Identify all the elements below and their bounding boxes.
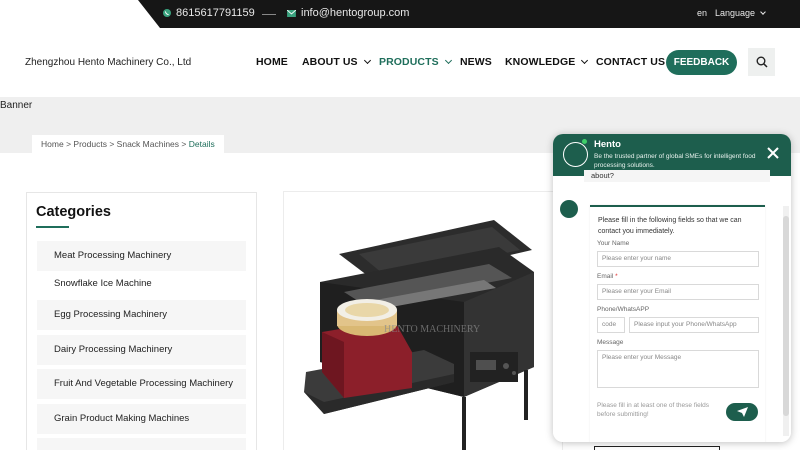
mail-icon xyxy=(287,9,296,17)
nav-news[interactable]: NEWS xyxy=(460,56,492,68)
nav-contact[interactable]: CONTACT US xyxy=(596,56,665,68)
chat-agent-name: Hento xyxy=(594,139,621,150)
category-item[interactable] xyxy=(37,438,246,450)
category-item[interactable]: Dairy Processing Machinery xyxy=(37,335,246,365)
contact-form: Please fill in the following fields so t… xyxy=(590,205,765,442)
nav-home-label: HOME xyxy=(256,56,288,68)
breadcrumb-current: Details xyxy=(188,139,215,149)
form-note: Please fill in at least one of these fie… xyxy=(597,402,710,418)
phone-contact[interactable]: 8615617791159 xyxy=(163,7,255,19)
nav-knowledge-label: KNOWLEDGE xyxy=(505,56,576,68)
nav-products[interactable]: PRODUCTS xyxy=(379,56,452,68)
nav-news-label: NEWS xyxy=(460,56,492,68)
nav-home[interactable]: HOME xyxy=(256,56,288,68)
language-label: Language xyxy=(715,8,756,18)
language-selector[interactable]: Language xyxy=(715,8,766,18)
watermark-text: HENTO MACHINERY xyxy=(384,324,480,335)
phone-input[interactable]: Please input your Phone/WhatsApp xyxy=(629,317,759,333)
email-address: info@hentogroup.com xyxy=(301,7,410,19)
chevron-down-icon xyxy=(581,56,589,65)
nav-about-label: ABOUT US xyxy=(302,56,358,68)
breadcrumb-separator: > xyxy=(181,139,187,149)
nav-knowledge[interactable]: KNOWLEDGE xyxy=(505,56,589,68)
close-icon xyxy=(767,147,779,159)
category-item[interactable]: Fruit And Vegetable Processing Machinery xyxy=(37,369,246,399)
categories-title: Categories xyxy=(36,204,111,220)
chat-agent-tagline: Be the trusted partner of global SMEs fo… xyxy=(594,153,756,169)
message-label: Message xyxy=(597,339,624,346)
top-bar: 8615617791159 info@hentogroup.com en Lan… xyxy=(0,0,800,28)
category-item[interactable]: Meat Processing Machinery xyxy=(37,241,246,271)
breadcrumb-separator: > xyxy=(66,139,72,149)
chat-body[interactable]: about? Please fill in the following fiel… xyxy=(553,170,791,442)
chevron-down-icon xyxy=(363,56,371,65)
bot-avatar xyxy=(560,200,578,218)
nav-contact-label: CONTACT US xyxy=(596,56,666,68)
search-icon xyxy=(756,56,768,68)
chevron-down-icon xyxy=(444,56,452,65)
phone-icon xyxy=(163,9,171,17)
product-image-frame[interactable]: HENTO MACHINERY xyxy=(283,191,563,450)
breadcrumb: Home > Products > Snack Machines > Detai… xyxy=(32,135,224,153)
breadcrumb-separator: > xyxy=(109,139,115,149)
category-item[interactable]: Egg Processing Machinery xyxy=(37,300,246,330)
banner-alt-text: Banner xyxy=(0,100,33,111)
phone-label: Phone/WhatsAPP xyxy=(597,306,650,313)
breadcrumb-products[interactable]: Products xyxy=(73,139,107,149)
chat-widget: Hento Be the trusted partner of global S… xyxy=(553,134,791,442)
country-code-input[interactable]: code xyxy=(597,317,625,333)
email-label: Email * xyxy=(597,273,618,280)
chat-agent-avatar xyxy=(563,142,588,167)
category-item[interactable]: Snowflake Ice Machine xyxy=(37,269,246,299)
partial-button-outline[interactable] xyxy=(594,446,720,450)
breadcrumb-snack-machines[interactable]: Snack Machines xyxy=(117,139,179,149)
nav-products-label: PRODUCTS xyxy=(379,56,439,68)
breadcrumb-home[interactable]: Home xyxy=(41,139,64,149)
feedback-button[interactable]: FEEDBACK xyxy=(666,50,737,75)
contact-divider xyxy=(262,14,276,15)
category-item[interactable]: Grain Product Making Machines xyxy=(37,404,246,434)
lang-code: en xyxy=(697,8,708,18)
form-intro: Please fill in the following fields so t… xyxy=(598,217,742,235)
product-image: HENTO MACHINERY xyxy=(304,220,534,450)
close-button[interactable] xyxy=(766,146,780,160)
phone-number: 8615617791159 xyxy=(176,7,255,19)
search-button[interactable] xyxy=(748,48,775,76)
send-icon xyxy=(736,407,748,417)
email-label-text: Email xyxy=(597,273,614,280)
previous-message: about? xyxy=(584,170,770,182)
name-input[interactable]: Please enter your name xyxy=(597,251,759,267)
categories-title-underline xyxy=(36,226,69,228)
nav-about[interactable]: ABOUT US xyxy=(302,56,371,68)
company-name[interactable]: Zhengzhou Hento Machinery Co., Ltd xyxy=(25,57,191,68)
main-header: Zhengzhou Hento Machinery Co., Ltd HOME … xyxy=(0,28,800,97)
email-input[interactable]: Please enter your Email xyxy=(597,284,759,300)
name-label: Your Name xyxy=(597,240,630,247)
online-status-dot xyxy=(582,139,587,144)
chat-scrollbar-thumb[interactable] xyxy=(783,216,789,416)
send-button[interactable] xyxy=(726,403,758,421)
required-marker: * xyxy=(615,273,618,280)
email-contact[interactable]: info@hentogroup.com xyxy=(287,7,409,19)
message-textarea[interactable]: Please enter your Message xyxy=(597,350,759,388)
chevron-down-icon xyxy=(760,8,766,15)
